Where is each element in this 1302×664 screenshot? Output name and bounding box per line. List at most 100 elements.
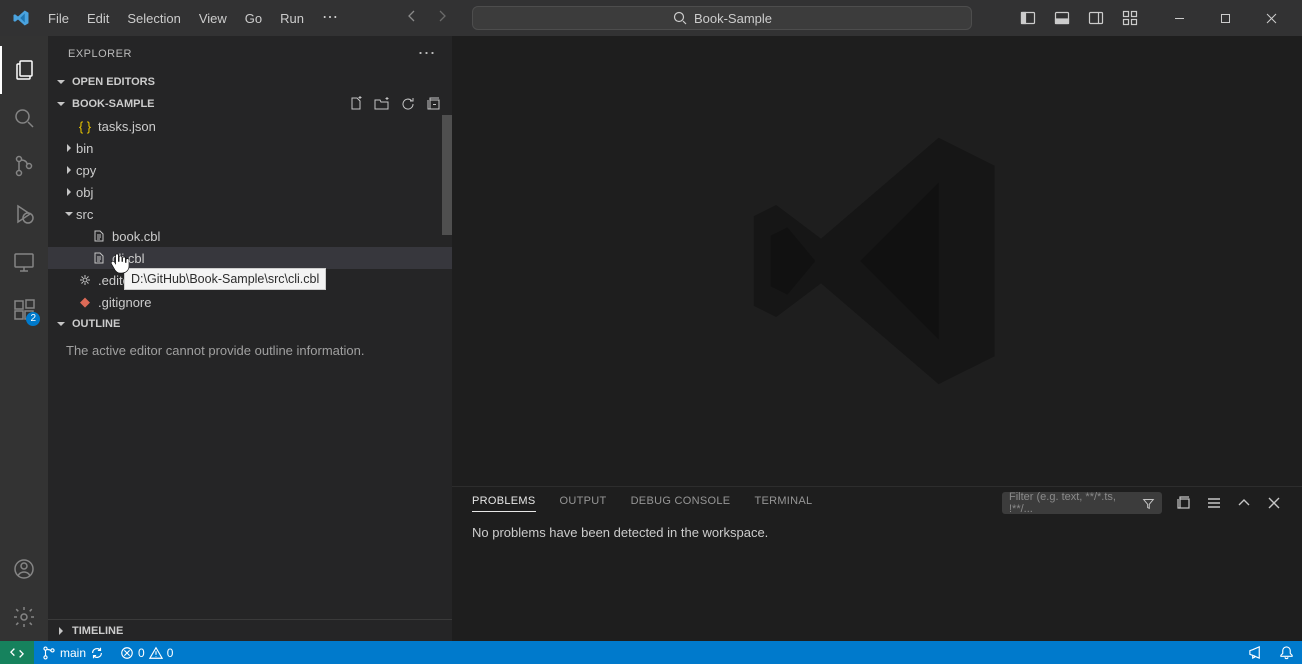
layout-panel-icon[interactable] xyxy=(1054,10,1070,26)
sync-icon xyxy=(90,646,104,660)
warning-icon xyxy=(149,646,163,660)
activity-remote-explorer[interactable] xyxy=(0,238,48,286)
error-count: 0 xyxy=(138,646,145,660)
explorer-title: EXPLORER xyxy=(68,48,132,60)
search-icon xyxy=(672,10,688,26)
layout-controls xyxy=(1020,10,1138,26)
command-center[interactable]: Book-Sample xyxy=(472,6,972,30)
folder-label: bin xyxy=(76,141,93,156)
chevron-right-icon xyxy=(54,625,68,637)
menu-selection[interactable]: Selection xyxy=(119,7,188,30)
open-editors-section[interactable]: OPEN EDITORS xyxy=(48,71,452,93)
customize-layout-icon[interactable] xyxy=(1122,10,1138,26)
menu-run[interactable]: Run xyxy=(272,7,312,30)
menu-more[interactable]: ⋯ xyxy=(314,7,346,30)
status-problems[interactable]: 0 0 xyxy=(112,646,181,660)
activity-bar: 2 xyxy=(0,36,48,641)
minimize-button[interactable] xyxy=(1156,0,1202,36)
git-icon: ◆ xyxy=(76,294,94,310)
activity-settings[interactable] xyxy=(0,593,48,641)
folder-obj[interactable]: obj xyxy=(48,181,452,203)
file-icon xyxy=(90,252,108,264)
workspace-section[interactable]: BOOK-SAMPLE xyxy=(48,93,452,115)
file-book-cbl[interactable]: book.cbl xyxy=(48,225,452,247)
status-branch[interactable]: main xyxy=(34,646,112,660)
explorer-more-icon[interactable]: ⋯ xyxy=(418,43,437,64)
file-label: .gitignore xyxy=(98,295,151,310)
layout-sidebar-right-icon[interactable] xyxy=(1088,10,1104,26)
outline-message: The active editor cannot provide outline… xyxy=(48,335,452,366)
workspace-actions xyxy=(348,96,452,112)
folder-cpy[interactable]: cpy xyxy=(48,159,452,181)
file-gitignore[interactable]: ◆ .gitignore xyxy=(48,291,452,313)
extensions-badge: 2 xyxy=(26,312,40,326)
activity-accounts[interactable] xyxy=(0,545,48,593)
file-label: book.cbl xyxy=(112,229,160,244)
nav-forward-icon[interactable] xyxy=(434,8,450,29)
tab-problems[interactable]: PROBLEMS xyxy=(472,495,536,512)
panel-tabs: PROBLEMS OUTPUT DEBUG CONSOLE TERMINAL F… xyxy=(452,487,1302,519)
refresh-icon[interactable] xyxy=(400,96,416,112)
activity-source-control[interactable] xyxy=(0,142,48,190)
view-as-list-icon[interactable] xyxy=(1206,495,1222,511)
file-cli-cbl[interactable]: cli.cbl xyxy=(48,247,452,269)
status-notifications[interactable] xyxy=(1271,645,1302,660)
outline-section[interactable]: OUTLINE xyxy=(48,313,452,335)
gear-icon xyxy=(76,274,94,286)
editor-empty-state xyxy=(452,36,1302,486)
tab-debug-console[interactable]: DEBUG CONSOLE xyxy=(631,495,731,511)
tab-terminal[interactable]: TERMINAL xyxy=(754,495,812,511)
file-tasks-json[interactable]: { } tasks.json xyxy=(48,115,452,137)
folder-src[interactable]: src xyxy=(48,203,452,225)
chevron-right-icon xyxy=(62,187,76,197)
close-button[interactable] xyxy=(1248,0,1294,36)
menu-view[interactable]: View xyxy=(191,7,235,30)
branch-icon xyxy=(42,646,56,660)
chevron-right-icon xyxy=(62,143,76,153)
megaphone-icon xyxy=(1248,645,1263,660)
activity-explorer[interactable] xyxy=(0,46,48,94)
warning-count: 0 xyxy=(167,646,174,660)
new-file-icon[interactable] xyxy=(348,96,364,112)
window-controls xyxy=(1156,0,1294,36)
folder-label: src xyxy=(76,207,93,222)
status-feedback[interactable] xyxy=(1240,645,1271,660)
problems-filter[interactable]: Filter (e.g. text, **/*.ts, !**/... xyxy=(1002,492,1162,514)
menu-bar: File Edit Selection View Go Run ⋯ xyxy=(40,7,346,30)
file-label: cli.cbl xyxy=(112,251,145,266)
collapse-all-icon[interactable] xyxy=(1176,495,1192,511)
editor-area: PROBLEMS OUTPUT DEBUG CONSOLE TERMINAL F… xyxy=(452,36,1302,641)
timeline-section[interactable]: TIMELINE xyxy=(48,619,452,641)
tree-scrollbar[interactable] xyxy=(442,115,452,235)
folder-bin[interactable]: bin xyxy=(48,137,452,159)
vscode-logo-icon xyxy=(12,9,30,27)
new-folder-icon[interactable] xyxy=(374,96,390,112)
chevron-right-icon xyxy=(62,165,76,175)
chevron-down-icon xyxy=(54,98,68,110)
collapse-all-icon[interactable] xyxy=(426,96,442,112)
filter-placeholder: Filter (e.g. text, **/*.ts, !**/... xyxy=(1009,491,1142,515)
layout-sidebar-left-icon[interactable] xyxy=(1020,10,1036,26)
activity-extensions[interactable]: 2 xyxy=(0,286,48,334)
sidebar-explorer: EXPLORER ⋯ OPEN EDITORS BOOK-SAMPLE xyxy=(48,36,452,641)
remote-indicator[interactable] xyxy=(0,641,34,664)
menu-edit[interactable]: Edit xyxy=(79,7,117,30)
activity-search[interactable] xyxy=(0,94,48,142)
maximize-panel-icon[interactable] xyxy=(1236,495,1252,511)
file-icon xyxy=(90,230,108,242)
close-panel-icon[interactable] xyxy=(1266,495,1282,511)
workspace-label: BOOK-SAMPLE xyxy=(72,98,155,110)
nav-back-icon[interactable] xyxy=(404,8,420,29)
maximize-button[interactable] xyxy=(1202,0,1248,36)
title-bar: File Edit Selection View Go Run ⋯ Book-S… xyxy=(0,0,1302,36)
file-label: tasks.json xyxy=(98,119,156,134)
json-icon: { } xyxy=(76,119,94,134)
activity-run-debug[interactable] xyxy=(0,190,48,238)
bell-icon xyxy=(1279,645,1294,660)
menu-file[interactable]: File xyxy=(40,7,77,30)
folder-label: cpy xyxy=(76,163,96,178)
menu-go[interactable]: Go xyxy=(237,7,270,30)
problems-message: No problems have been detected in the wo… xyxy=(452,519,1302,546)
explorer-header: EXPLORER ⋯ xyxy=(48,36,452,71)
tab-output[interactable]: OUTPUT xyxy=(560,495,607,511)
